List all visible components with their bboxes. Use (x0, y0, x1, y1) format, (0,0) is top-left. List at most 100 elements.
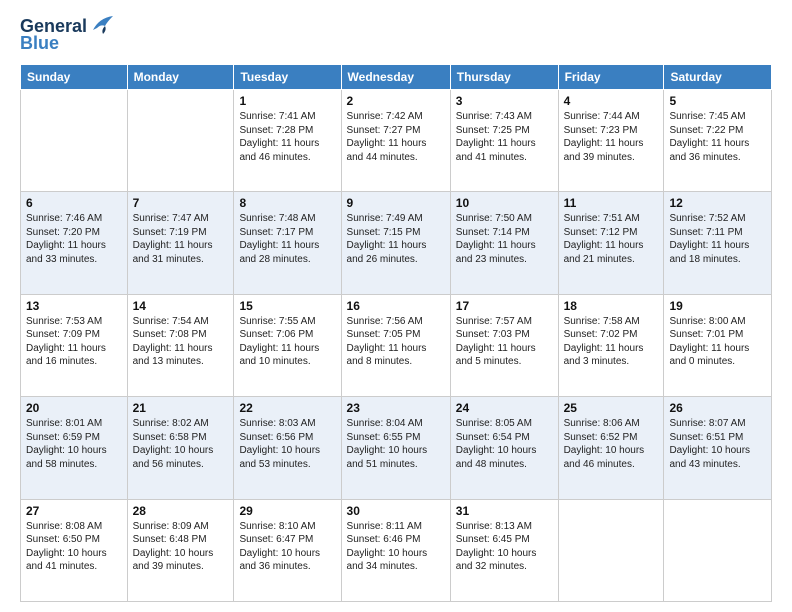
day-info: Sunrise: 8:11 AM Sunset: 6:46 PM Dayligh… (347, 520, 445, 574)
day-info: Sunrise: 8:10 AM Sunset: 6:47 PM Dayligh… (239, 520, 335, 574)
calendar-cell: 3 Sunrise: 7:43 AM Sunset: 7:25 PM Daylig… (450, 90, 558, 192)
logo: General Blue (20, 16, 113, 54)
calendar-cell (664, 499, 772, 601)
calendar-cell: 11Sunrise: 7:51 AM Sunset: 7:12 PM Dayli… (558, 192, 664, 294)
day-info: Sunrise: 7:47 AM Sunset: 7:19 PM Dayligh… (133, 212, 229, 266)
column-header-tuesday: Tuesday (234, 65, 341, 90)
day-number: 7 (133, 196, 229, 210)
calendar-cell: 14 Sunrise: 7:54 AM Sunset: 7:08 PM Dayli… (127, 294, 234, 396)
calendar-header-row: SundayMondayTuesdayWednesdayThursdayFrid… (21, 65, 772, 90)
day-number: 13 (26, 299, 122, 313)
calendar-cell: 18 Sunrise: 7:58 AM Sunset: 7:02 PM Dayli… (558, 294, 664, 396)
calendar-table: SundayMondayTuesdayWednesdayThursdayFrid… (20, 64, 772, 602)
day-info: Sunrise: 7:52 AM Sunset: 7:11 PM Dayligh… (669, 212, 766, 266)
day-number: 5 (669, 94, 766, 108)
calendar-cell: 9 Sunrise: 7:49 AM Sunset: 7:15 PM Daylig… (341, 192, 450, 294)
calendar-cell: 17Sunrise: 7:57 AM Sunset: 7:03 PM Dayli… (450, 294, 558, 396)
day-number: 25 (564, 401, 659, 415)
day-number: 15 (239, 299, 335, 313)
day-number: 18 (564, 299, 659, 313)
calendar-cell: 10 Sunrise: 7:50 AM Sunset: 7:14 PM Dayli… (450, 192, 558, 294)
day-number: 30 (347, 504, 445, 518)
calendar-cell: 29 Sunrise: 8:10 AM Sunset: 6:47 PM Dayli… (234, 499, 341, 601)
day-info: Sunrise: 8:08 AM Sunset: 6:50 PM Dayligh… (26, 520, 122, 574)
day-number: 21 (133, 401, 229, 415)
day-number: 12 (669, 196, 766, 210)
day-info: Sunrise: 8:09 AM Sunset: 6:48 PM Dayligh… (133, 520, 229, 574)
day-info: Sunrise: 7:51 AM Sunset: 7:12 PM Dayligh… (564, 212, 659, 266)
column-header-monday: Monday (127, 65, 234, 90)
day-number: 1 (239, 94, 335, 108)
day-number: 28 (133, 504, 229, 518)
column-header-friday: Friday (558, 65, 664, 90)
day-number: 27 (26, 504, 122, 518)
column-header-wednesday: Wednesday (341, 65, 450, 90)
calendar-cell: 25 Sunrise: 8:06 AM Sunset: 6:52 PM Dayli… (558, 397, 664, 499)
calendar-cell (127, 90, 234, 192)
day-info: Sunrise: 7:55 AM Sunset: 7:06 PM Dayligh… (239, 315, 335, 369)
day-info: Sunrise: 8:04 AM Sunset: 6:55 PM Dayligh… (347, 417, 445, 471)
calendar-cell: 23Sunrise: 8:04 AM Sunset: 6:55 PM Dayli… (341, 397, 450, 499)
day-info: Sunrise: 7:53 AM Sunset: 7:09 PM Dayligh… (26, 315, 122, 369)
calendar-cell: 6Sunrise: 7:46 AM Sunset: 7:20 PM Daylig… (21, 192, 128, 294)
calendar-week-4: 20Sunrise: 8:01 AM Sunset: 6:59 PM Dayli… (21, 397, 772, 499)
column-header-saturday: Saturday (664, 65, 772, 90)
calendar-week-1: 1 Sunrise: 7:41 AM Sunset: 7:28 PM Daylig… (21, 90, 772, 192)
day-info: Sunrise: 7:56 AM Sunset: 7:05 PM Dayligh… (347, 315, 445, 369)
day-info: Sunrise: 7:42 AM Sunset: 7:27 PM Dayligh… (347, 110, 445, 164)
day-number: 4 (564, 94, 659, 108)
calendar-cell: 27 Sunrise: 8:08 AM Sunset: 6:50 PM Dayli… (21, 499, 128, 601)
day-info: Sunrise: 7:41 AM Sunset: 7:28 PM Dayligh… (239, 110, 335, 164)
calendar-cell: 26 Sunrise: 8:07 AM Sunset: 6:51 PM Dayli… (664, 397, 772, 499)
calendar-cell: 24 Sunrise: 8:05 AM Sunset: 6:54 PM Dayli… (450, 397, 558, 499)
day-info: Sunrise: 8:00 AM Sunset: 7:01 PM Dayligh… (669, 315, 766, 369)
day-info: Sunrise: 7:50 AM Sunset: 7:14 PM Dayligh… (456, 212, 553, 266)
calendar-cell: 30 Sunrise: 8:11 AM Sunset: 6:46 PM Dayli… (341, 499, 450, 601)
day-info: Sunrise: 7:54 AM Sunset: 7:08 PM Dayligh… (133, 315, 229, 369)
day-number: 8 (239, 196, 335, 210)
day-number: 19 (669, 299, 766, 313)
day-info: Sunrise: 7:58 AM Sunset: 7:02 PM Dayligh… (564, 315, 659, 369)
day-info: Sunrise: 8:06 AM Sunset: 6:52 PM Dayligh… (564, 417, 659, 471)
day-number: 20 (26, 401, 122, 415)
calendar-cell: 16Sunrise: 7:56 AM Sunset: 7:05 PM Dayli… (341, 294, 450, 396)
column-header-thursday: Thursday (450, 65, 558, 90)
calendar-cell (558, 499, 664, 601)
day-number: 9 (347, 196, 445, 210)
calendar-cell: 4 Sunrise: 7:44 AM Sunset: 7:23 PM Daylig… (558, 90, 664, 192)
day-number: 31 (456, 504, 553, 518)
calendar-cell: 28 Sunrise: 8:09 AM Sunset: 6:48 PM Dayli… (127, 499, 234, 601)
day-number: 26 (669, 401, 766, 415)
calendar-cell: 5 Sunrise: 7:45 AM Sunset: 7:22 PM Daylig… (664, 90, 772, 192)
calendar-cell: 22 Sunrise: 8:03 AM Sunset: 6:56 PM Dayli… (234, 397, 341, 499)
day-number: 10 (456, 196, 553, 210)
day-info: Sunrise: 8:05 AM Sunset: 6:54 PM Dayligh… (456, 417, 553, 471)
day-number: 29 (239, 504, 335, 518)
calendar-week-3: 13 Sunrise: 7:53 AM Sunset: 7:09 PM Dayli… (21, 294, 772, 396)
day-number: 2 (347, 94, 445, 108)
day-number: 3 (456, 94, 553, 108)
calendar-week-5: 27 Sunrise: 8:08 AM Sunset: 6:50 PM Dayli… (21, 499, 772, 601)
day-info: Sunrise: 7:43 AM Sunset: 7:25 PM Dayligh… (456, 110, 553, 164)
calendar-cell: 15 Sunrise: 7:55 AM Sunset: 7:06 PM Dayli… (234, 294, 341, 396)
day-info: Sunrise: 8:07 AM Sunset: 6:51 PM Dayligh… (669, 417, 766, 471)
header: General Blue (20, 16, 772, 54)
logo-blue: Blue (20, 33, 59, 54)
day-info: Sunrise: 7:48 AM Sunset: 7:17 PM Dayligh… (239, 212, 335, 266)
day-info: Sunrise: 8:02 AM Sunset: 6:58 PM Dayligh… (133, 417, 229, 471)
day-number: 22 (239, 401, 335, 415)
day-number: 14 (133, 299, 229, 313)
calendar-week-2: 6Sunrise: 7:46 AM Sunset: 7:20 PM Daylig… (21, 192, 772, 294)
column-header-sunday: Sunday (21, 65, 128, 90)
calendar-cell: 19 Sunrise: 8:00 AM Sunset: 7:01 PM Dayli… (664, 294, 772, 396)
calendar-cell: 8 Sunrise: 7:48 AM Sunset: 7:17 PM Daylig… (234, 192, 341, 294)
day-info: Sunrise: 7:57 AM Sunset: 7:03 PM Dayligh… (456, 315, 553, 369)
day-info: Sunrise: 8:03 AM Sunset: 6:56 PM Dayligh… (239, 417, 335, 471)
day-number: 24 (456, 401, 553, 415)
calendar-cell: 7 Sunrise: 7:47 AM Sunset: 7:19 PM Daylig… (127, 192, 234, 294)
day-info: Sunrise: 7:45 AM Sunset: 7:22 PM Dayligh… (669, 110, 766, 164)
day-info: Sunrise: 7:49 AM Sunset: 7:15 PM Dayligh… (347, 212, 445, 266)
day-number: 6 (26, 196, 122, 210)
calendar-cell: 21 Sunrise: 8:02 AM Sunset: 6:58 PM Dayli… (127, 397, 234, 499)
day-info: Sunrise: 7:44 AM Sunset: 7:23 PM Dayligh… (564, 110, 659, 164)
